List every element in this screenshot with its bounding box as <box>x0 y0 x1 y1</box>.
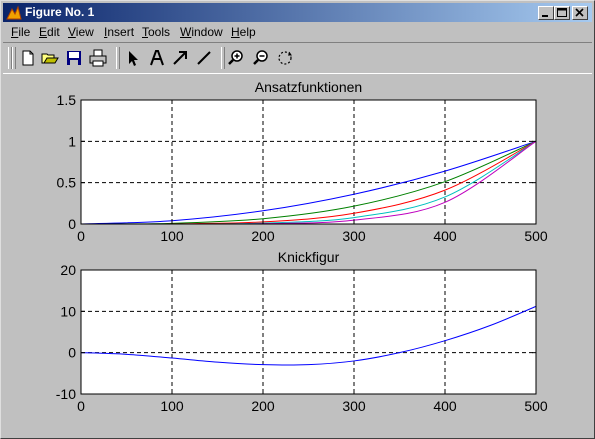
plot-background <box>81 270 536 394</box>
close-button[interactable] <box>572 6 588 20</box>
save-icon[interactable] <box>65 49 83 67</box>
chart-title: Knickfigur <box>278 249 340 265</box>
menu-window[interactable]: Window <box>180 25 223 39</box>
rotate-3d-icon[interactable] <box>276 49 294 67</box>
x-tick-label: 200 <box>251 228 275 244</box>
menu-file[interactable]: File <box>11 25 30 39</box>
y-tick-label: 0 <box>68 216 76 232</box>
menu-insert[interactable]: Insert <box>104 25 134 39</box>
print-icon[interactable] <box>89 49 107 67</box>
minimize-icon <box>542 15 548 17</box>
insert-arrow-icon[interactable] <box>171 49 189 67</box>
x-tick-label: 100 <box>160 398 184 414</box>
zoom-in-icon[interactable] <box>227 49 245 67</box>
figure-window: Figure No. 1 File Edit View Insert Tools… <box>0 0 595 439</box>
axes-2: 0 100 200 300 400 500-1001020Knickfigur <box>56 249 548 414</box>
toolbar-grip[interactable] <box>12 47 16 69</box>
y-tick-label: 1 <box>68 133 76 149</box>
plot-background <box>81 100 536 224</box>
x-tick-label: 400 <box>433 398 457 414</box>
minimize-button[interactable] <box>538 6 554 20</box>
y-tick-label: 0.5 <box>57 175 77 191</box>
y-tick-label: 20 <box>60 262 76 278</box>
x-tick-label: 500 <box>524 398 548 414</box>
x-tick-label: 300 <box>342 228 366 244</box>
select-arrow-icon[interactable] <box>124 49 142 67</box>
insert-text-icon[interactable] <box>148 49 166 67</box>
title-bar[interactable]: Figure No. 1 <box>3 3 592 22</box>
axes-1: 0 100 200 300 400 500 0 0.5 1 1.5 Ansatzfunktionen <box>57 79 548 244</box>
new-file-icon[interactable] <box>19 49 37 67</box>
menu-help[interactable]: Help <box>231 25 256 39</box>
toolbar <box>3 42 592 74</box>
menu-edit[interactable]: Edit <box>39 25 60 39</box>
chart-title: Ansatzfunktionen <box>255 79 362 95</box>
zoom-out-icon[interactable] <box>252 49 270 67</box>
y-tick-label: 0 <box>68 345 76 361</box>
x-tick-label: 100 <box>160 228 184 244</box>
x-tick-label: 300 <box>342 398 366 414</box>
x-tick-label: 400 <box>433 228 457 244</box>
y-tick-label: -10 <box>56 386 76 402</box>
close-icon <box>575 8 584 17</box>
toolbar-separator <box>116 47 120 69</box>
menu-tools[interactable]: Tools <box>142 25 170 39</box>
x-tick-label: 500 <box>524 228 548 244</box>
window-title: Figure No. 1 <box>25 5 95 19</box>
toolbar-separator <box>221 47 225 69</box>
x-tick-label: 200 <box>251 398 275 414</box>
y-tick-label: 10 <box>60 303 76 319</box>
x-tick-label: 0 <box>77 398 85 414</box>
open-folder-icon[interactable] <box>41 49 59 67</box>
maximize-icon <box>557 8 567 17</box>
menu-bar: File Edit View Insert Tools Window Help <box>3 23 592 41</box>
menu-view[interactable]: View <box>68 25 94 39</box>
insert-line-icon[interactable] <box>195 49 213 67</box>
maximize-button[interactable] <box>554 6 570 20</box>
y-tick-label: 1.5 <box>57 92 77 108</box>
figure-canvas: 0 100 200 300 400 50000.511.5Ansatzfunktionen… <box>56 79 548 414</box>
x-tick-label: 0 <box>77 228 85 244</box>
matlab-figure-icon <box>6 5 22 20</box>
